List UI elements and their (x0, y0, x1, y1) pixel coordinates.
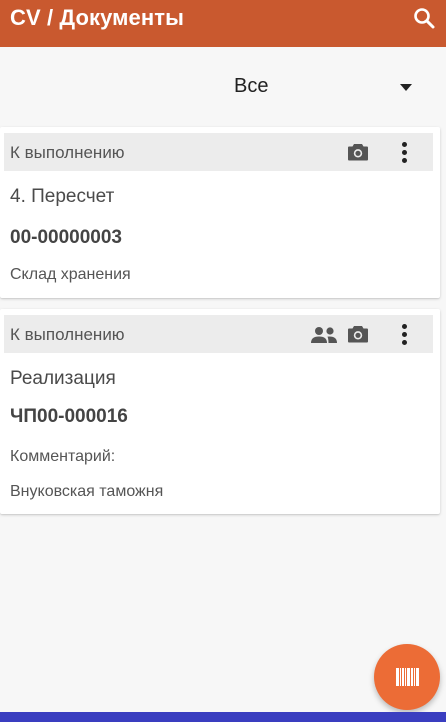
document-type: 4. Пересчет (10, 186, 115, 207)
document-type: Реализация (10, 368, 116, 389)
document-number: ЧП00-000016 (10, 406, 128, 427)
document-number: 00-00000003 (10, 227, 122, 248)
app-bar: CV / Документы (0, 0, 446, 47)
document-status-bar: К выполнению (4, 133, 433, 171)
document-card[interactable]: К выполнению 4. Пересчет 00-00000003 Скл… (0, 127, 440, 298)
scan-barcode-button[interactable] (374, 644, 440, 710)
document-status: К выполнению (10, 325, 125, 344)
camera-icon[interactable] (347, 142, 369, 167)
search-icon[interactable] (412, 6, 436, 30)
people-icon[interactable] (310, 326, 338, 349)
status-filter-dropdown[interactable]: Все (0, 66, 446, 110)
document-status: К выполнению (10, 143, 125, 162)
more-vert-icon[interactable] (399, 142, 409, 164)
document-status-bar: К выполнению (4, 315, 433, 353)
document-card[interactable]: К выполнению Реализация ЧП00-000016 Комм… (0, 309, 440, 514)
camera-icon[interactable] (347, 324, 369, 349)
document-detail: Склад хранения (10, 266, 131, 283)
page-title: CV / Документы (10, 5, 184, 30)
chevron-down-icon (400, 84, 412, 91)
system-nav-bar (0, 712, 446, 722)
document-comment: Внуковская таможня (10, 483, 164, 500)
more-vert-icon[interactable] (399, 324, 409, 346)
status-filter-value: Все (234, 75, 269, 97)
document-comment-label: Комментарий: (10, 448, 116, 465)
barcode-icon (396, 668, 420, 686)
